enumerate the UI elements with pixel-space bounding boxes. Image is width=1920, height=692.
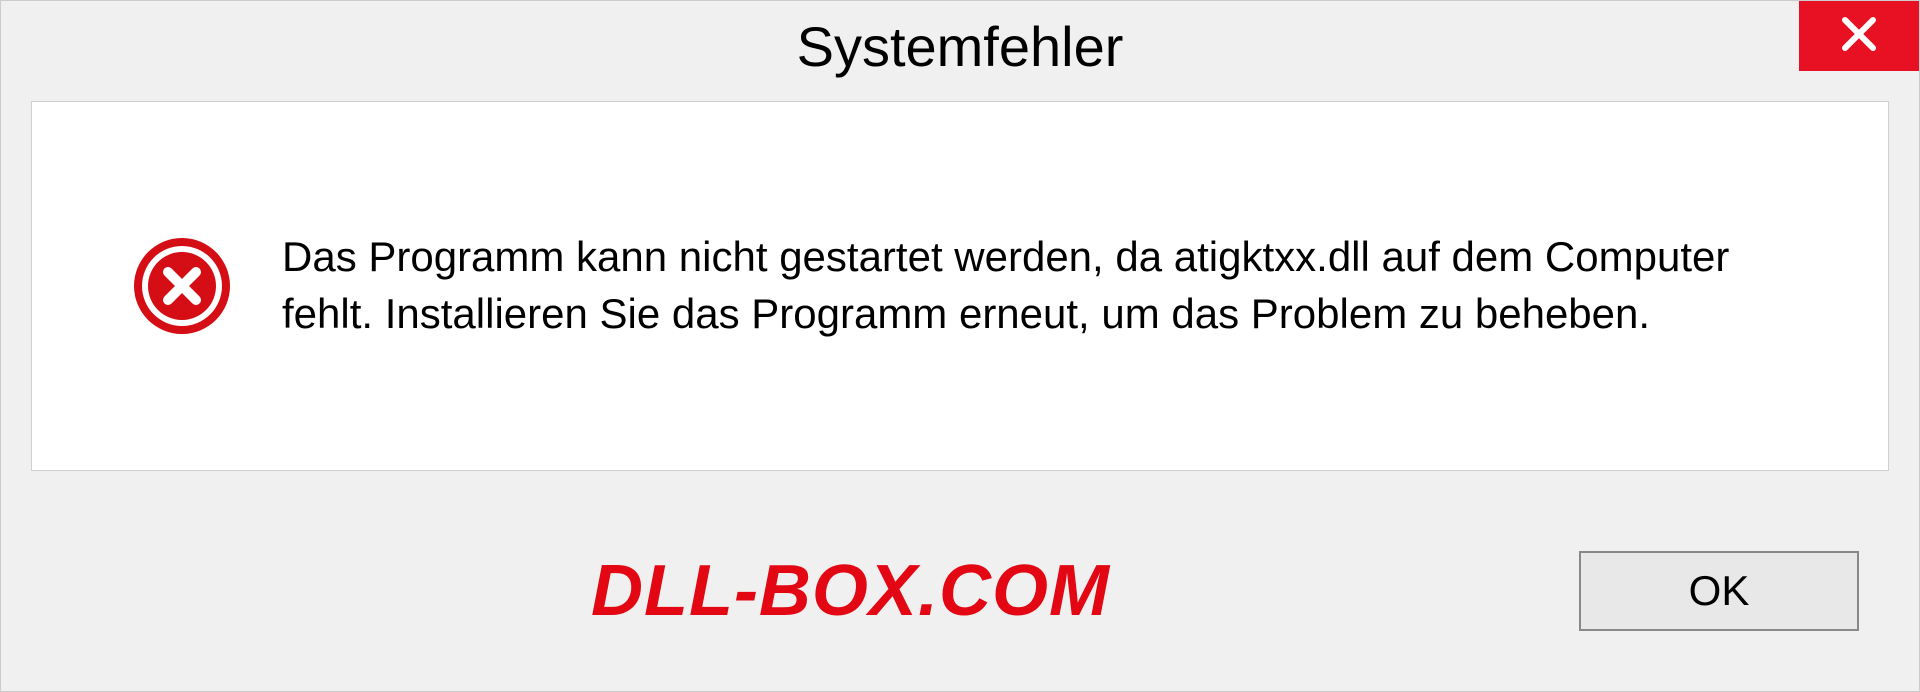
close-button[interactable] (1799, 1, 1919, 71)
ok-button[interactable]: OK (1579, 551, 1859, 631)
watermark-text: DLL-BOX.COM (591, 550, 1110, 632)
error-dialog: Systemfehler Das Programm kann nicht ges… (0, 0, 1920, 692)
error-icon (132, 236, 232, 336)
dialog-footer: DLL-BOX.COM OK (1, 521, 1919, 691)
content-panel: Das Programm kann nicht gestartet werden… (31, 101, 1889, 471)
error-message: Das Programm kann nicht gestartet werden… (282, 229, 1848, 342)
title-bar: Systemfehler (1, 1, 1919, 91)
dialog-title: Systemfehler (797, 14, 1124, 79)
close-icon (1839, 14, 1879, 59)
